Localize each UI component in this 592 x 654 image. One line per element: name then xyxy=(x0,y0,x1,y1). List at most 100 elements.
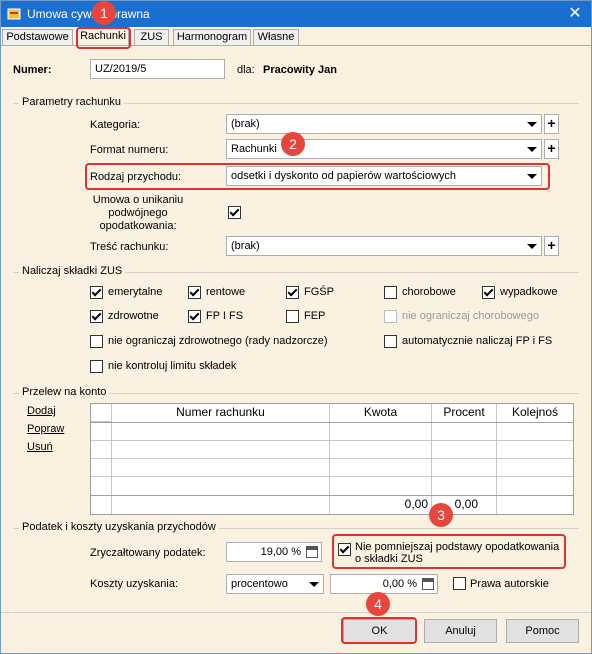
table-cell xyxy=(330,423,432,441)
app-icon xyxy=(7,8,21,20)
fgsp-checkbox[interactable] xyxy=(286,286,299,299)
numer-label: Numer: xyxy=(13,64,52,76)
dla-label: dla: xyxy=(237,64,255,76)
tab-harmonogram[interactable]: Harmonogram xyxy=(173,29,251,46)
prawa-autorskie-checkbox[interactable] xyxy=(453,577,466,590)
check-icon xyxy=(91,286,102,297)
dla-value: Pracowity Jan xyxy=(263,64,337,76)
table-cell xyxy=(497,459,573,477)
chevron-down-icon xyxy=(309,582,319,587)
tresc-dropdown[interactable]: (brak) xyxy=(226,236,542,256)
zdrowotne-label: zdrowotne xyxy=(108,310,159,322)
col-header-kwota[interactable]: Kwota xyxy=(330,404,432,422)
fep-checkbox[interactable] xyxy=(286,310,299,323)
umowa-label: Umowa o unikaniu podwójnego opodatkowani… xyxy=(92,194,184,232)
col-header-numer[interactable]: Numer rachunku xyxy=(112,404,330,422)
fgsp-label: FGŚP xyxy=(304,286,334,298)
prawa-autorskie-label: Prawa autorskie xyxy=(470,578,549,590)
row-selector xyxy=(91,441,112,459)
footer-cell xyxy=(91,496,112,514)
format-dropdown[interactable]: Rachunki xyxy=(226,139,542,159)
table-cell xyxy=(330,459,432,477)
tresc-label: Treść rachunku: xyxy=(90,241,169,253)
tresc-add-button[interactable]: + xyxy=(544,236,559,256)
pomoc-button[interactable]: Pomoc xyxy=(506,619,579,643)
transfer-group-title: Przelew na konto xyxy=(19,386,110,398)
window-title: Umowa cywilnoprawna xyxy=(27,7,150,21)
koszty-value: 0,00 % xyxy=(382,578,417,590)
table-cell xyxy=(112,459,330,477)
table-corner xyxy=(91,404,112,422)
check-icon xyxy=(189,286,200,297)
nie-ogr-chorobowego-label: nie ograniczaj chorobowego xyxy=(402,310,539,322)
fpfs-label: FP I FS xyxy=(206,310,244,322)
col-header-procent[interactable]: Procent xyxy=(432,404,497,422)
table-cell xyxy=(112,441,330,459)
step-badge-1: 1 xyxy=(92,1,116,25)
koszty-label: Koszty uzyskania: xyxy=(90,578,179,590)
table-cell xyxy=(330,477,432,495)
table-cell xyxy=(112,423,330,441)
zus-group-title: Naliczaj składki ZUS xyxy=(19,265,126,277)
tab-podstawowe[interactable]: Podstawowe xyxy=(2,29,73,46)
koszty-mode-dropdown[interactable]: procentowo xyxy=(226,574,324,594)
check-icon xyxy=(287,286,298,297)
emerytalne-checkbox[interactable] xyxy=(90,286,103,299)
format-value: Rachunki xyxy=(231,143,277,155)
dodaj-link[interactable]: Dodaj xyxy=(27,405,56,417)
dialog-window: Umowa cywilnoprawna ✕ Podstawowe Rachunk… xyxy=(0,0,592,654)
zdrowotne-checkbox[interactable] xyxy=(90,310,103,323)
nie-ogr-zdrowotnego-checkbox[interactable] xyxy=(90,335,103,348)
footer-divider xyxy=(1,612,591,613)
kategoria-add-button[interactable]: + xyxy=(544,114,559,134)
podatek-label: Zryczałtowany podatek: xyxy=(90,547,206,559)
format-label: Format numeru: xyxy=(90,144,169,156)
popraw-link[interactable]: Popraw xyxy=(27,423,64,435)
row-selector xyxy=(91,423,112,441)
kwota-total: 0,00 xyxy=(330,496,432,514)
nie-kontroluj-checkbox[interactable] xyxy=(90,360,103,373)
col-header-kolejnosc[interactable]: Kolejnoś xyxy=(497,404,573,422)
check-icon xyxy=(189,310,200,321)
numer-input[interactable]: UZ/2019/5 xyxy=(90,59,225,79)
table-cell xyxy=(432,441,497,459)
tab-zus[interactable]: ZUS xyxy=(134,29,169,46)
fpfs-checkbox[interactable] xyxy=(188,310,201,323)
tax-group-title: Podatek i koszty uzyskania przychodów xyxy=(19,521,219,533)
accounts-table[interactable]: Numer rachunku Kwota Procent Kolejnoś 0,… xyxy=(90,403,574,515)
chevron-down-icon xyxy=(527,244,537,249)
kategoria-value: (brak) xyxy=(231,118,260,130)
close-icon[interactable]: ✕ xyxy=(565,4,585,24)
umowa-checkbox[interactable] xyxy=(228,206,241,219)
kategoria-dropdown[interactable]: (brak) xyxy=(226,114,542,134)
calendar-icon[interactable] xyxy=(422,578,434,590)
auto-fpfs-checkbox[interactable] xyxy=(384,335,397,348)
wypadkowe-checkbox[interactable] xyxy=(482,286,495,299)
highlight-ok xyxy=(341,617,417,644)
rentowe-label: rentowe xyxy=(206,286,246,298)
kategoria-label: Kategoria: xyxy=(90,119,141,131)
table-cell xyxy=(112,477,330,495)
table-cell xyxy=(330,441,432,459)
chevron-down-icon xyxy=(527,147,537,152)
highlight-rachunki-tab xyxy=(76,27,131,49)
table-cell xyxy=(497,477,573,495)
podatek-input[interactable]: 19,00 % xyxy=(226,542,322,562)
table-cell xyxy=(497,423,573,441)
usun-link[interactable]: Usuń xyxy=(27,441,53,453)
rentowe-checkbox[interactable] xyxy=(188,286,201,299)
table-cell xyxy=(432,423,497,441)
tab-wlasne[interactable]: Własne xyxy=(253,29,299,46)
row-selector xyxy=(91,459,112,477)
check-icon xyxy=(229,206,240,217)
step-badge-4: 4 xyxy=(366,592,390,616)
chorobowe-checkbox[interactable] xyxy=(384,286,397,299)
format-add-button[interactable]: + xyxy=(544,139,559,159)
auto-fpfs-label: automatycznie naliczaj FP i FS xyxy=(402,335,553,347)
calendar-icon[interactable] xyxy=(306,546,318,558)
chevron-down-icon xyxy=(527,122,537,127)
podatek-value: 19,00 % xyxy=(260,546,301,558)
koszty-input[interactable]: 0,00 % xyxy=(330,574,438,594)
footer-cell xyxy=(112,496,330,514)
anuluj-button[interactable]: Anuluj xyxy=(424,619,497,643)
